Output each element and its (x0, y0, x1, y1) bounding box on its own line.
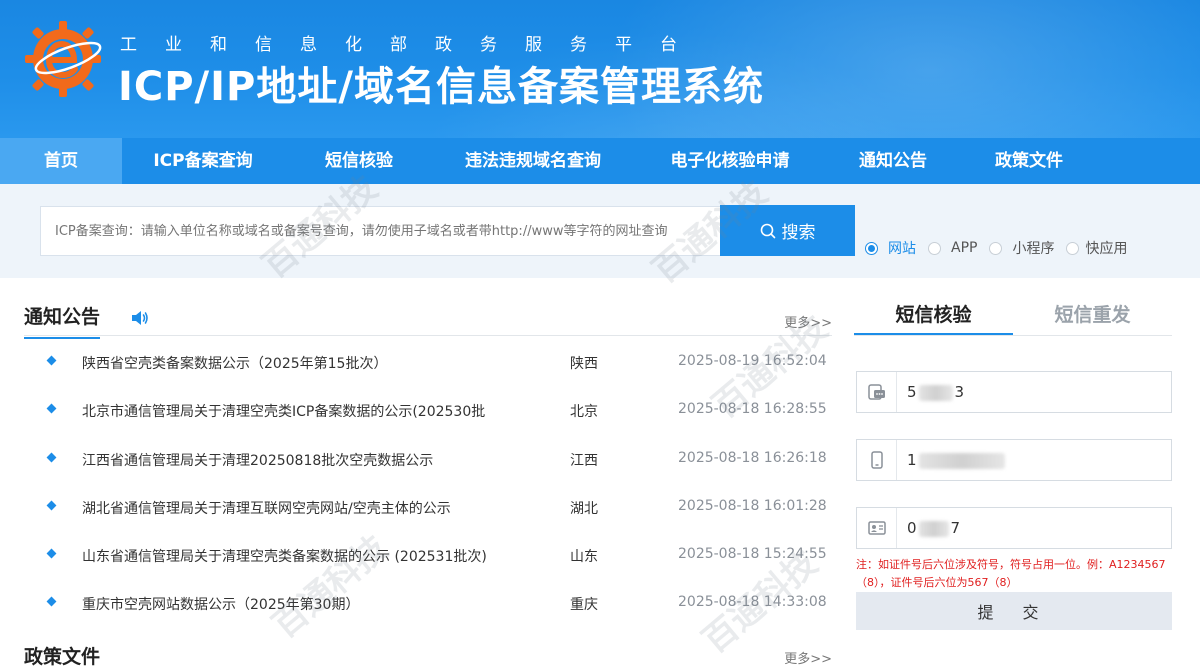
radio-quick-app[interactable]: 快应用 (1066, 238, 1127, 258)
notice-link[interactable]: 重庆市空壳网站数据公示（2025年第30期） (82, 594, 359, 614)
notice-time: 2025-08-18 16:28:55 (678, 401, 827, 418)
radio-quick-app-dot (1066, 241, 1080, 255)
radio-website[interactable]: 网站 (865, 238, 916, 258)
notice-region: 山东 (570, 549, 598, 566)
diamond-bullet-icon (46, 597, 57, 607)
search-type-radio-group: 网站 APP 小程序 快应用 (865, 238, 1127, 258)
notice-region: 重庆 (570, 597, 598, 614)
id-number-field[interactable]: 07 (856, 507, 1172, 549)
id-number-note: 注：如证件号后六位涉及符号，符号占用一位。例：A1234567（8），证件号后六… (856, 558, 1166, 589)
notice-time: 2025-08-18 16:26:18 (678, 449, 827, 466)
logo-icon (25, 21, 102, 97)
notice-link[interactable]: 北京市通信管理局关于清理空壳类ICP备案数据的公示(202530批 (82, 401, 485, 421)
radio-mini-program-dot (989, 241, 1003, 255)
radio-website-dot (865, 241, 878, 255)
verification-code-field[interactable]: 53 (856, 371, 1172, 413)
policy-section-header: 政策文件 更多>> (24, 640, 832, 669)
notice-time: 2025-08-18 14:33:08 (678, 594, 827, 611)
nav-icp-query[interactable]: ICP备案查询 (122, 138, 284, 184)
policy-section-title: 政策文件 (24, 646, 101, 668)
tab-sms-resend[interactable]: 短信重发 (1013, 296, 1172, 335)
id-card-icon (857, 508, 897, 548)
masked-blur (918, 384, 953, 401)
notice-section-header: 通知公告 更多>> (24, 300, 832, 339)
notice-region: 北京 (570, 404, 598, 421)
tab-sms-verify[interactable]: 短信核验 (854, 296, 1013, 335)
phone-number-value: 1 (897, 451, 1007, 469)
diamond-bullet-icon (46, 403, 57, 414)
diamond-bullet-icon (46, 500, 57, 511)
site-header: 工业和信息化部政务服务平台 ICP/IP地址/域名信息备案管理系统 (0, 0, 1200, 138)
id-number-start: 0 (907, 519, 917, 537)
list-item: 北京市通信管理局关于清理空壳类ICP备案数据的公示(202530批 北京 202… (24, 387, 832, 435)
phone-icon (857, 440, 897, 480)
verification-code-start: 5 (907, 383, 917, 401)
radio-mini-program[interactable]: 小程序 (989, 238, 1054, 258)
notice-time: 2025-08-18 15:24:55 (678, 546, 827, 563)
list-item: 湖北省通信管理局关于清理互联网空壳网站/空壳主体的公示 湖北 2025-08-1… (24, 484, 832, 532)
nav-electronic-verify[interactable]: 电子化核验申请 (632, 138, 828, 184)
submit-button[interactable]: 提 交 (856, 592, 1172, 630)
id-number-end: 7 (950, 519, 961, 537)
notice-section-title: 通知公告 (24, 302, 101, 339)
notice-region: 陕西 (570, 356, 598, 372)
nav-home[interactable]: 首页 (0, 138, 122, 184)
notice-more-link[interactable]: 更多>> (784, 312, 832, 331)
notice-link[interactable]: 山东省通信管理局关于清理空壳类备案数据的公示 (202531批次) (82, 546, 487, 566)
radio-app-label: APP (951, 240, 978, 256)
id-number-value: 07 (897, 519, 960, 537)
policy-more-link[interactable]: 更多>> (784, 648, 832, 667)
notice-link[interactable]: 陕西省空壳类备案数据公示（2025年第15批次） (82, 353, 387, 373)
list-item: 陕西省空壳类备案数据公示（2025年第15批次） 陕西 2025-08-19 1… (24, 339, 832, 387)
radio-app[interactable]: APP (928, 240, 977, 256)
header-subtitle: 工业和信息化部政务服务平台 (120, 35, 705, 55)
list-item: 重庆市空壳网站数据公示（2025年第30期） 重庆 2025-08-18 14:… (24, 580, 832, 628)
radio-app-dot (928, 241, 941, 255)
masked-blur (918, 452, 1005, 469)
sms-tabs: 短信核验 短信重发 (854, 296, 1172, 336)
search-icon (760, 223, 775, 238)
search-area: 搜索 网站 APP 小程序 快应用 (0, 184, 1200, 278)
list-item: 山东省通信管理局关于清理空壳类备案数据的公示 (202531批次) 山东 202… (24, 532, 832, 580)
notice-link[interactable]: 湖北省通信管理局关于清理互联网空壳网站/空壳主体的公示 (82, 498, 451, 518)
nav-sms-verify[interactable]: 短信核验 (284, 138, 434, 184)
phone-number-start: 1 (907, 451, 917, 469)
nav-policy[interactable]: 政策文件 (958, 138, 1100, 184)
nav-illegal-domain-query[interactable]: 违法违规域名查询 (434, 138, 632, 184)
list-item: 江西省通信管理局关于清理20250818批次空壳数据公示 江西 2025-08-… (24, 436, 832, 484)
diamond-bullet-icon (46, 548, 57, 559)
search-button-label: 搜索 (781, 223, 816, 243)
search-button[interactable]: 搜索 (720, 205, 855, 256)
page-title: ICP/IP地址/域名信息备案管理系统 (118, 64, 764, 110)
radio-website-label: 网站 (888, 241, 916, 257)
notice-list: 陕西省空壳类备案数据公示（2025年第15批次） 陕西 2025-08-19 1… (24, 339, 832, 629)
verification-code-value: 53 (897, 383, 964, 401)
notice-link[interactable]: 江西省通信管理局关于清理20250818批次空壳数据公示 (82, 450, 433, 470)
diamond-bullet-icon (46, 355, 57, 366)
notice-region: 江西 (570, 452, 598, 469)
phone-number-field[interactable]: 1 (856, 439, 1172, 481)
radio-mini-program-label: 小程序 (1012, 241, 1055, 257)
search-input[interactable] (40, 206, 722, 256)
notice-time: 2025-08-19 16:52:04 (678, 353, 827, 369)
verification-code-end: 3 (954, 383, 965, 401)
nav-notices[interactable]: 通知公告 (828, 138, 958, 184)
diamond-bullet-icon (46, 452, 57, 463)
main-nav: 首页 ICP备案查询 短信核验 违法违规域名查询 电子化核验申请 通知公告 政策… (0, 138, 1200, 184)
speaker-icon (132, 311, 148, 325)
radio-quick-app-label: 快应用 (1085, 241, 1128, 257)
message-icon (857, 372, 897, 412)
masked-blur (918, 520, 949, 537)
notice-time: 2025-08-18 16:01:28 (678, 497, 827, 514)
notice-region: 湖北 (570, 500, 598, 517)
